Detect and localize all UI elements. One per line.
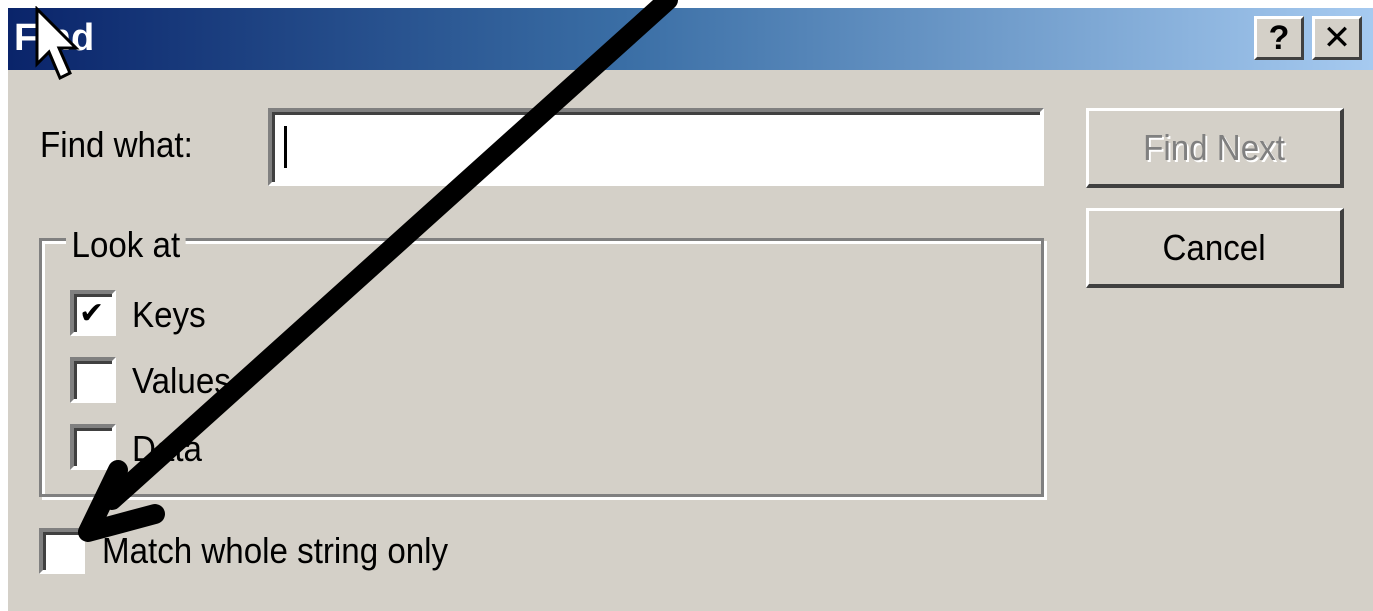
mouse-pointer-icon [35, 6, 80, 81]
arrow-shaft [102, 0, 678, 510]
annotation-arrow [78, 0, 678, 542]
